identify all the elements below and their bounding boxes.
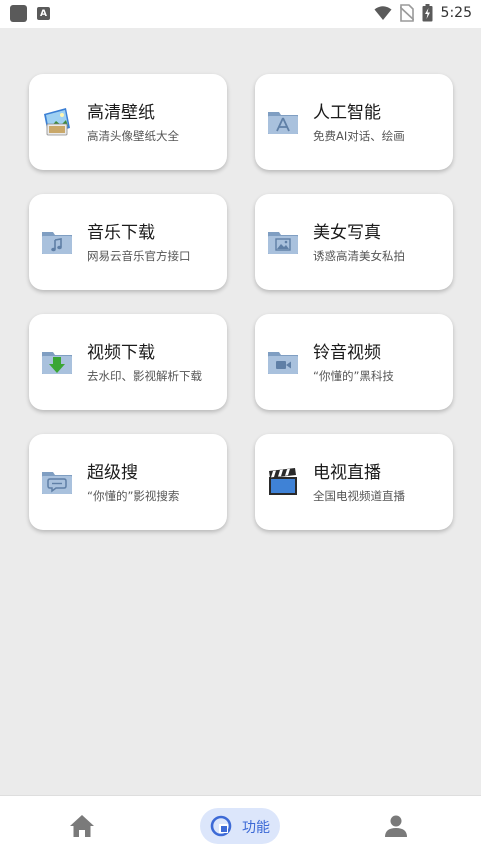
card-subtitle: 全国电视频道直播: [313, 489, 405, 503]
card-ringtone-video[interactable]: 铃音视频 “你懂的”黑科技: [255, 314, 453, 410]
notification-square-icon: [10, 5, 27, 22]
card-subtitle: 高清头像壁纸大全: [87, 129, 179, 143]
card-title: 铃音视频: [313, 343, 381, 363]
card-title: 视频下载: [87, 343, 155, 363]
card-subtitle: 去水印、影视解析下载: [87, 369, 202, 383]
clapperboard-icon: [269, 468, 297, 495]
feature-grid: 高清壁纸 高清头像壁纸大全 人工智能 免费AI对话、绘画 音乐下载 网易云音乐官…: [0, 28, 481, 796]
nav-function-tab[interactable]: 功能: [200, 808, 280, 844]
card-subtitle: 免费AI对话、绘画: [313, 129, 405, 143]
chat-folder-icon: [42, 472, 72, 494]
function-icon: [210, 815, 232, 837]
battery-icon: [422, 4, 433, 22]
card-subtitle: 网易云音乐官方接口: [87, 249, 191, 263]
card-title: 美女写真: [313, 223, 381, 243]
picture-folder-icon: [268, 232, 298, 254]
card-title: 超级搜: [87, 463, 138, 483]
card-subtitle: “你懂的”影视搜索: [87, 489, 180, 503]
card-super-search[interactable]: 超级搜 “你懂的”影视搜索: [29, 434, 227, 530]
wallpaper-icon: [44, 108, 70, 136]
no-sim-icon: [399, 4, 414, 22]
video-folder-icon: [268, 352, 298, 374]
music-folder-icon: [42, 232, 72, 254]
card-title: 音乐下载: [87, 223, 155, 243]
card-hd-wallpaper[interactable]: 高清壁纸 高清头像壁纸大全: [29, 74, 227, 170]
download-folder-icon: [42, 352, 72, 374]
status-bar: A 5:25: [0, 0, 481, 28]
notification-a-icon: A: [37, 7, 50, 20]
card-title: 电视直播: [313, 463, 381, 483]
status-time: 5:25: [440, 5, 472, 21]
card-music-download[interactable]: 音乐下载 网易云音乐官方接口: [29, 194, 227, 290]
home-icon[interactable]: [68, 812, 96, 840]
card-video-download[interactable]: 视频下载 去水印、影视解析下载: [29, 314, 227, 410]
wifi-icon: [374, 6, 392, 20]
card-photo-album[interactable]: 美女写真 诱惑高清美女私拍: [255, 194, 453, 290]
card-tv-live[interactable]: 电视直播 全国电视频道直播: [255, 434, 453, 530]
nav-function-label: 功能: [242, 820, 270, 836]
card-title: 人工智能: [313, 103, 381, 123]
card-ai[interactable]: 人工智能 免费AI对话、绘画: [255, 74, 453, 170]
user-icon[interactable]: [382, 812, 410, 840]
app-folder-icon: [268, 112, 298, 134]
card-subtitle: “你懂的”黑科技: [313, 369, 394, 383]
bottom-navigation: 功能: [0, 795, 481, 856]
card-subtitle: 诱惑高清美女私拍: [313, 249, 405, 263]
card-title: 高清壁纸: [87, 103, 155, 123]
